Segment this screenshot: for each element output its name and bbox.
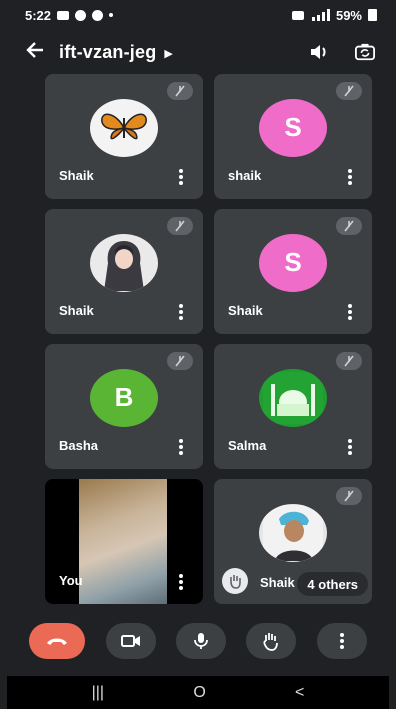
self-video-feed bbox=[79, 479, 167, 604]
call-controls bbox=[7, 612, 389, 670]
participant-tile[interactable]: S Shaik bbox=[214, 209, 372, 334]
back-button[interactable] bbox=[25, 40, 59, 65]
letter-avatar: B bbox=[90, 368, 158, 427]
recents-button[interactable]: ||| bbox=[92, 684, 104, 702]
participant-tile[interactable]: B Basha bbox=[45, 344, 203, 469]
participant-name: shaik bbox=[228, 168, 262, 183]
mic-toggle-button[interactable] bbox=[175, 623, 226, 659]
participant-tile[interactable]: Salma bbox=[214, 344, 372, 469]
home-button[interactable]: O bbox=[193, 684, 205, 702]
participant-name: Shaik bbox=[260, 575, 295, 590]
alarm-icon bbox=[291, 10, 304, 20]
participant-grid: Shaik S shaik Shaik S Shaik B Basha Salm… bbox=[45, 74, 376, 604]
participant-name: Shaik bbox=[228, 303, 263, 318]
mic-off-icon bbox=[167, 82, 193, 100]
self-video-tile[interactable]: You bbox=[45, 479, 203, 604]
meet-call-screen: 5:22 59% ift-vzan-jeg ▶ Shaik S shaik Sh… bbox=[7, 0, 389, 709]
letter-avatar: S bbox=[259, 233, 327, 292]
back-nav-button[interactable]: < bbox=[295, 684, 304, 702]
switch-camera-icon bbox=[355, 43, 375, 61]
butterfly-image bbox=[101, 113, 147, 139]
speaker-button[interactable] bbox=[309, 42, 329, 62]
participant-name: You bbox=[59, 573, 83, 588]
end-call-icon bbox=[47, 638, 68, 645]
participant-name: Shaik bbox=[59, 303, 94, 318]
battery-icon bbox=[368, 9, 377, 21]
more-options-icon[interactable] bbox=[179, 439, 183, 455]
mic-off-icon bbox=[336, 487, 362, 505]
notification-icon bbox=[75, 9, 87, 21]
anime-image bbox=[104, 240, 144, 291]
camera-toggle-button[interactable] bbox=[105, 623, 156, 659]
mic-off-icon bbox=[336, 82, 362, 100]
raise-hand-icon bbox=[263, 633, 279, 651]
participant-name: Salma bbox=[228, 438, 267, 453]
participant-name: Shaik bbox=[59, 168, 94, 183]
more-options-icon[interactable] bbox=[348, 439, 352, 455]
end-call-button[interactable] bbox=[29, 623, 86, 659]
more-options-button[interactable] bbox=[316, 623, 367, 659]
notification-icon bbox=[57, 10, 70, 20]
system-nav-bar: ||| O < bbox=[7, 676, 389, 709]
status-time: 5:22 bbox=[25, 7, 52, 23]
more-options-icon[interactable] bbox=[348, 169, 352, 185]
more-options-icon[interactable] bbox=[179, 304, 183, 320]
more-options-icon[interactable] bbox=[179, 169, 183, 185]
raise-hand-button[interactable] bbox=[246, 623, 297, 659]
more-notifications-icon bbox=[109, 13, 114, 17]
others-count-pill[interactable]: 4 others bbox=[297, 572, 368, 596]
more-options-icon[interactable] bbox=[348, 304, 352, 320]
mic-off-icon bbox=[336, 352, 362, 370]
signal-icon bbox=[311, 9, 330, 21]
anime-avatar bbox=[90, 233, 158, 292]
participant-tile[interactable]: Shaik bbox=[45, 74, 203, 199]
mosque-avatar bbox=[259, 368, 327, 427]
video-icon bbox=[120, 635, 140, 647]
more-options-icon bbox=[339, 633, 344, 649]
battery-level: 59% bbox=[335, 7, 362, 23]
butterfly-avatar bbox=[90, 98, 158, 157]
call-header: ift-vzan-jeg ▶ bbox=[7, 30, 389, 74]
notification-icon bbox=[92, 9, 104, 21]
mic-icon bbox=[194, 633, 208, 649]
speaker-icon bbox=[311, 45, 326, 59]
person-image bbox=[263, 504, 323, 561]
participant-tile[interactable]: Shaik 4 others bbox=[214, 479, 372, 604]
participant-tile[interactable]: Shaik bbox=[45, 209, 203, 334]
mic-off-icon bbox=[336, 217, 362, 235]
status-bar: 5:22 59% bbox=[7, 0, 389, 30]
mic-off-icon bbox=[167, 352, 193, 370]
mic-off-icon bbox=[167, 217, 193, 235]
raised-hand-icon bbox=[222, 568, 248, 594]
participant-name: Basha bbox=[59, 438, 99, 453]
meeting-code[interactable]: ift-vzan-jeg bbox=[59, 42, 156, 63]
letter-avatar: S bbox=[259, 98, 327, 157]
switch-camera-button[interactable] bbox=[355, 42, 375, 62]
chevron-right-icon[interactable]: ▶ bbox=[164, 47, 172, 60]
more-options-icon[interactable] bbox=[179, 574, 183, 590]
mosque-image bbox=[263, 371, 323, 424]
arrow-left-icon bbox=[26, 41, 43, 58]
person-avatar bbox=[259, 503, 327, 562]
participant-tile[interactable]: S shaik bbox=[214, 74, 372, 199]
